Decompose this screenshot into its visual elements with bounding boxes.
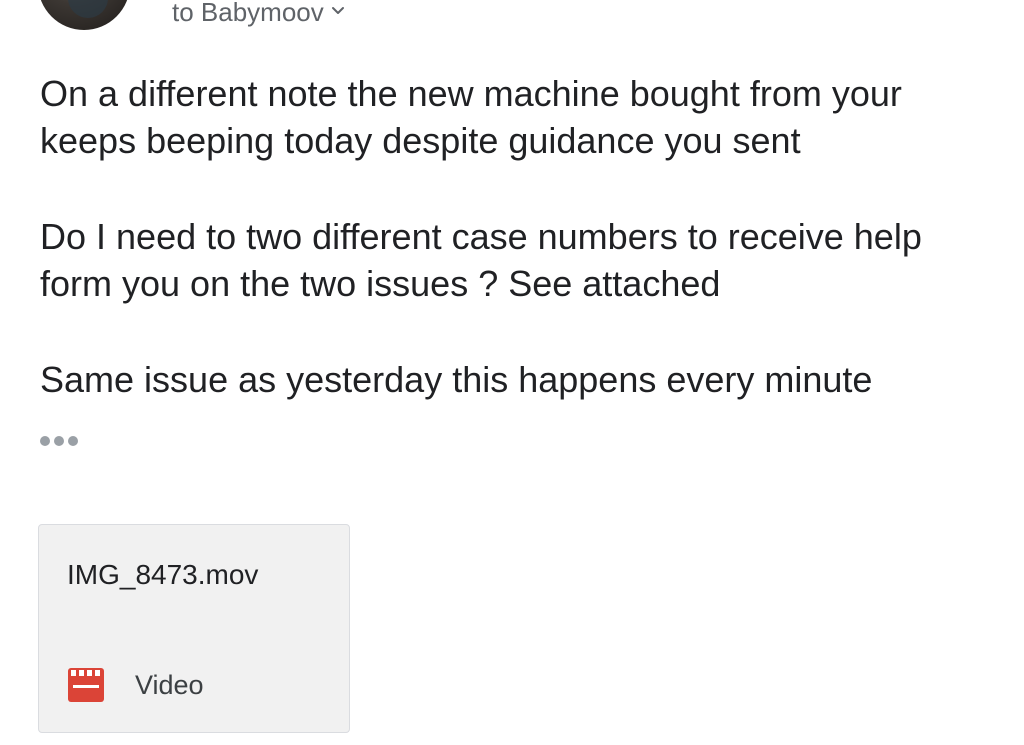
message-body: On a different note the new machine boug… bbox=[40, 70, 1000, 403]
ellipsis-dot bbox=[40, 436, 50, 446]
ellipsis-dot bbox=[54, 436, 64, 446]
sender-avatar[interactable] bbox=[38, 0, 130, 30]
attachment-filename: IMG_8473.mov bbox=[67, 559, 259, 590]
message-paragraph: Do I need to two different case numbers … bbox=[40, 216, 922, 304]
chevron-down-icon bbox=[330, 2, 346, 18]
attachment-card[interactable]: IMG_8473.mov Video bbox=[38, 524, 350, 733]
recipient-label: to Babymoov bbox=[172, 0, 324, 27]
email-view: to Babymoov On a different note the new … bbox=[0, 0, 1024, 745]
recipient-details-toggle[interactable]: to Babymoov bbox=[172, 0, 346, 28]
show-trimmed-content-button[interactable] bbox=[40, 434, 78, 448]
video-clapperboard-icon bbox=[67, 667, 105, 703]
ellipsis-dot bbox=[68, 436, 78, 446]
attachment-type-label: Video bbox=[135, 669, 204, 700]
attachment-type-row: Video bbox=[67, 667, 204, 703]
message-paragraph: Same issue as yesterday this happens eve… bbox=[40, 359, 873, 400]
message-paragraph: On a different note the new machine boug… bbox=[40, 73, 902, 161]
